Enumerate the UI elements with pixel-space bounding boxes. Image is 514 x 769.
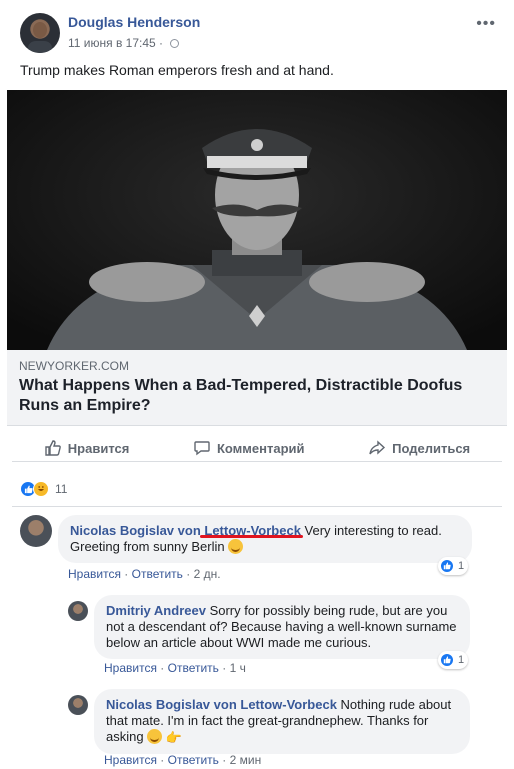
- point-icon: 👉: [165, 730, 183, 745]
- divider: [12, 506, 502, 507]
- link-domain: NEWYORKER.COM: [19, 359, 130, 373]
- thumbs-up-icon: [45, 440, 61, 456]
- like-reaction-icon: [440, 559, 454, 573]
- globe-icon: [170, 39, 180, 48]
- comment-bubble: Nicolas Bogislav von Lettow-Vorbeck Noth…: [94, 689, 470, 754]
- comment-meta: Нравится · Ответить · 1 ч: [104, 661, 246, 675]
- post-actions: Нравится Комментарий Поделиться: [12, 434, 502, 462]
- more-options-icon[interactable]: •••: [476, 15, 496, 33]
- comment-time[interactable]: 2 мин: [230, 753, 262, 767]
- post-header: Douglas Henderson 11 июня в 17:45 · •••: [20, 13, 500, 53]
- laugh-icon: [147, 729, 163, 744]
- like-label: Нравится: [67, 440, 130, 456]
- comment-icon: [194, 441, 210, 456]
- commenter-avatar[interactable]: [68, 695, 88, 715]
- author-avatar[interactable]: [20, 13, 60, 53]
- comment-meta: Нравится · Ответить · 2 мин: [104, 753, 262, 767]
- like-reaction-icon: [440, 653, 454, 667]
- comment-button[interactable]: Комментарий: [193, 434, 305, 462]
- post-timestamp[interactable]: 11 июня в 17:45: [68, 36, 156, 50]
- reaction-count: 11: [55, 482, 68, 496]
- highlight-underline: [200, 535, 303, 538]
- comment-like-link[interactable]: Нравится: [104, 753, 157, 767]
- comment-time[interactable]: 2 дн.: [194, 567, 221, 581]
- reply-comment: Nicolas Bogislav von Lettow-Vorbeck Noth…: [68, 689, 500, 769]
- commenter-avatar[interactable]: [68, 601, 88, 621]
- comment-reply-link[interactable]: Ответить: [132, 567, 183, 581]
- comment-bubble: Dmitriy Andreev Sorry for possibly being…: [94, 595, 470, 659]
- author-name[interactable]: Douglas Henderson: [68, 14, 200, 30]
- comment-like-link[interactable]: Нравится: [68, 567, 121, 581]
- comment-author[interactable]: Dmitriy Andreev: [106, 603, 206, 618]
- post-meta: 11 июня в 17:45 ·: [68, 36, 180, 50]
- share-button[interactable]: Поделиться: [368, 434, 470, 462]
- comment-reaction-count: 1: [458, 654, 465, 666]
- link-preview[interactable]: NEWYORKER.COM What Happens When a Bad-Te…: [7, 350, 507, 426]
- reactions-summary[interactable]: 11: [20, 481, 67, 497]
- haha-reaction-icon: [33, 481, 49, 497]
- facebook-post: Douglas Henderson 11 июня в 17:45 · ••• …: [0, 0, 514, 769]
- comment-reply-link[interactable]: Ответить: [168, 753, 219, 767]
- comment-reaction[interactable]: 1: [438, 557, 469, 575]
- comment-reaction[interactable]: 1: [438, 651, 469, 669]
- comment-bubble: Nicolas Bogislav von Lettow-Vorbeck Very…: [58, 515, 472, 563]
- post-text: Trump makes Roman emperors fresh and at …: [20, 62, 334, 78]
- comment-meta: Нравится · Ответить · 2 дн.: [68, 567, 221, 581]
- like-button[interactable]: Нравится: [44, 434, 130, 462]
- share-label: Поделиться: [392, 440, 471, 456]
- comment: Nicolas Bogislav von Lettow-Vorbeck Very…: [20, 515, 500, 585]
- reply-comment: Dmitriy Andreev Sorry for possibly being…: [68, 595, 500, 677]
- share-icon: [369, 440, 386, 455]
- comment-reply-link[interactable]: Ответить: [168, 661, 219, 675]
- comment-like-link[interactable]: Нравится: [104, 661, 157, 675]
- comment-reaction-count: 1: [458, 560, 465, 572]
- smile-icon: [228, 539, 244, 554]
- comment-label: Комментарий: [216, 440, 305, 456]
- link-title[interactable]: What Happens When a Bad-Tempered, Distra…: [19, 376, 489, 416]
- comment-time[interactable]: 1 ч: [230, 661, 246, 675]
- comment-author[interactable]: Nicolas Bogislav von Lettow-Vorbeck: [106, 697, 337, 712]
- commenter-avatar[interactable]: [20, 515, 52, 547]
- link-image[interactable]: [7, 90, 507, 350]
- meta-separator: ·: [159, 36, 164, 50]
